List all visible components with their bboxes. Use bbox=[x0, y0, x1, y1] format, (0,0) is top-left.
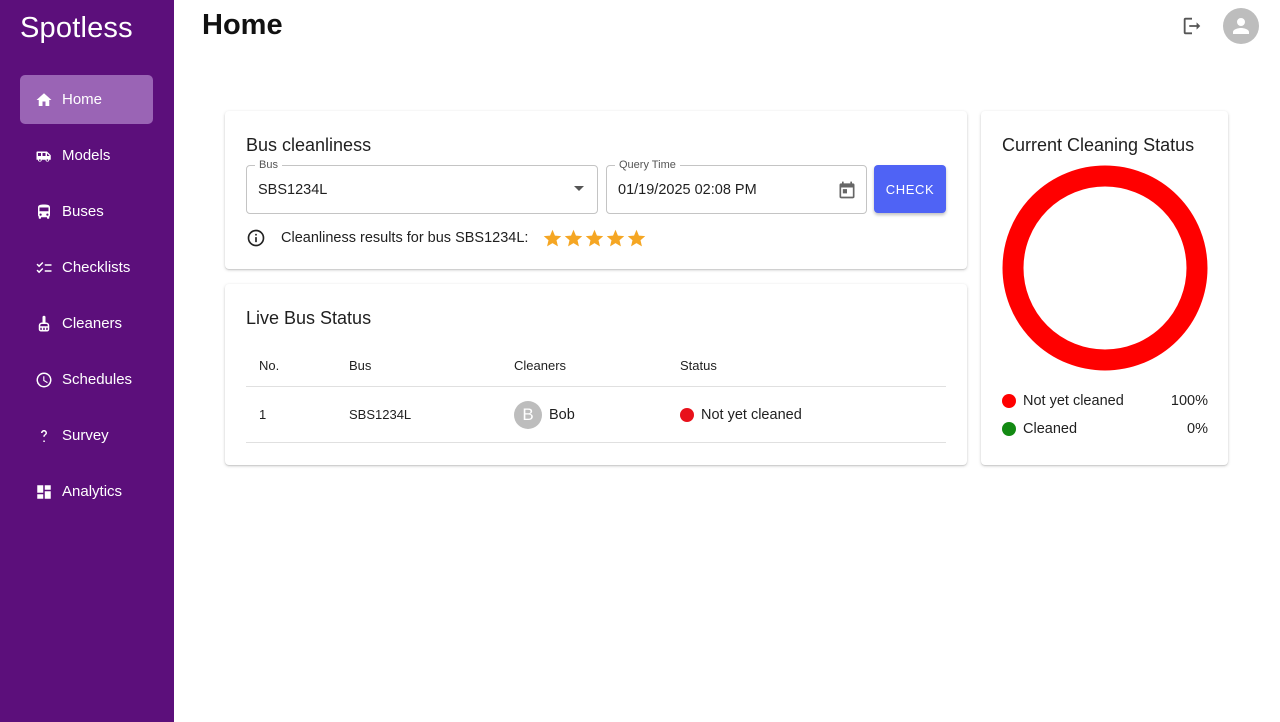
star-icon bbox=[586, 229, 604, 246]
page-title: Home bbox=[202, 9, 283, 41]
star-rating bbox=[542, 228, 647, 249]
sidebar-item-label: Home bbox=[62, 91, 103, 108]
check-button[interactable]: CHECK bbox=[874, 165, 946, 213]
clock-icon bbox=[35, 371, 53, 389]
status-dot bbox=[680, 407, 694, 422]
live-status-table: No. Bus Cleaners Status 1 SBS1234L B Bob… bbox=[246, 344, 946, 443]
table-header: No. Bus Cleaners Status bbox=[246, 344, 946, 387]
query-time-field[interactable]: Query Time 01/19/2025 02:08 PM bbox=[606, 159, 867, 214]
legend-item-cleaned: Cleaned 0% bbox=[1002, 415, 1208, 443]
cleaning-status-card: Current Cleaning Status Not yet cleaned … bbox=[981, 111, 1228, 465]
checklist-icon bbox=[35, 259, 53, 277]
column-header-no: No. bbox=[259, 357, 280, 373]
user-avatar[interactable] bbox=[1223, 8, 1259, 44]
sidebar-item-checklists[interactable]: Checklists bbox=[20, 243, 153, 292]
sidebar-item-home[interactable]: Home bbox=[20, 75, 153, 124]
sidebar: Spotless Home Models Buses Checklists Cl… bbox=[0, 0, 174, 722]
status-text: Not yet cleaned bbox=[701, 406, 802, 423]
dashboard-icon bbox=[35, 483, 53, 501]
sidebar-item-analytics[interactable]: Analytics bbox=[20, 467, 153, 516]
star-icon bbox=[565, 229, 583, 246]
legend-dot bbox=[1002, 394, 1016, 408]
sidebar-item-label: Checklists bbox=[62, 259, 131, 276]
sidebar-item-label: Models bbox=[62, 147, 111, 164]
result-text: Cleanliness results for bus SBS1234L: bbox=[281, 230, 529, 246]
legend-value: 100% bbox=[1170, 393, 1208, 409]
legend-label: Cleaned bbox=[1023, 421, 1078, 437]
card-title: Live Bus Status bbox=[246, 308, 372, 328]
row-cleaners: B Bob bbox=[514, 400, 575, 429]
sidebar-item-schedules[interactable]: Schedules bbox=[20, 355, 153, 404]
legend-value: 0% bbox=[1187, 421, 1208, 437]
sidebar-nav: Home Models Buses Checklists Cleaners Sc… bbox=[20, 75, 153, 523]
row-number: 1 bbox=[259, 407, 267, 422]
donut-slice-not-yet-cleaned bbox=[1002, 165, 1208, 371]
cleanliness-result: Cleanliness results for bus SBS1234L: bbox=[246, 227, 647, 249]
sidebar-item-models[interactable]: Models bbox=[20, 131, 153, 180]
legend-item-not-cleaned: Not yet cleaned 100% bbox=[1002, 387, 1208, 415]
bus-icon bbox=[35, 203, 53, 221]
star-icon bbox=[544, 229, 562, 246]
cleaner-avatar: B bbox=[514, 400, 542, 429]
query-time-label: Query Time bbox=[615, 159, 680, 171]
column-header-bus: Bus bbox=[349, 357, 372, 373]
dropdown-arrow-icon bbox=[574, 186, 584, 191]
table-row[interactable]: 1 SBS1234L B Bob Not yet cleaned bbox=[246, 387, 946, 443]
calendar-icon[interactable] bbox=[837, 180, 857, 200]
bus-select[interactable]: Bus SBS1234L bbox=[246, 159, 598, 214]
row-status: Not yet cleaned bbox=[680, 407, 802, 423]
column-header-status: Status bbox=[680, 357, 717, 373]
card-title: Bus cleanliness bbox=[246, 135, 372, 155]
sidebar-item-buses[interactable]: Buses bbox=[20, 187, 153, 236]
row-bus: SBS1234L bbox=[349, 407, 412, 422]
column-header-cleaners: Cleaners bbox=[514, 357, 567, 373]
home-icon bbox=[35, 91, 53, 109]
cleaner-name: Bob bbox=[549, 406, 575, 423]
logout-icon[interactable] bbox=[1181, 15, 1203, 37]
bus-select-value: SBS1234L bbox=[258, 182, 328, 198]
sidebar-item-label: Buses bbox=[62, 203, 104, 220]
sidebar-item-label: Survey bbox=[62, 427, 109, 444]
star-icon bbox=[628, 229, 646, 246]
info-icon bbox=[246, 228, 266, 248]
sidebar-item-label: Analytics bbox=[62, 483, 123, 500]
live-bus-status-card: Live Bus Status No. Bus Cleaners Status … bbox=[225, 284, 967, 465]
sidebar-item-label: Cleaners bbox=[62, 315, 123, 332]
chart-legend: Not yet cleaned 100% Cleaned 0% bbox=[1002, 387, 1208, 443]
bus-select-label: Bus bbox=[255, 159, 282, 171]
legend-label: Not yet cleaned bbox=[1023, 393, 1124, 409]
bus-side-icon bbox=[35, 147, 53, 165]
bus-cleanliness-card: Bus cleanliness Bus SBS1234L Query Time … bbox=[225, 111, 967, 269]
query-time-value: 01/19/2025 02:08 PM bbox=[618, 182, 757, 198]
person-icon bbox=[1233, 18, 1249, 34]
app-logo: Spotless bbox=[20, 12, 133, 44]
star-icon bbox=[607, 229, 625, 246]
legend-dot bbox=[1002, 422, 1016, 436]
sidebar-item-survey[interactable]: Survey bbox=[20, 411, 153, 460]
broom-icon bbox=[35, 315, 53, 333]
sidebar-item-label: Schedules bbox=[62, 371, 133, 388]
question-icon bbox=[35, 427, 53, 445]
card-title: Current Cleaning Status bbox=[1002, 135, 1195, 155]
sidebar-item-cleaners[interactable]: Cleaners bbox=[20, 299, 153, 348]
cleaning-status-donut-chart bbox=[1002, 165, 1208, 371]
